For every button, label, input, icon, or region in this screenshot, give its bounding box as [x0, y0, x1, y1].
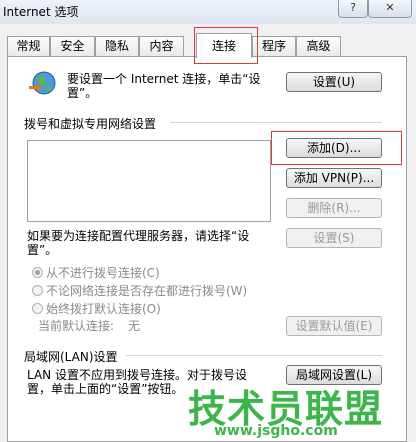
- tab-programs[interactable]: 程序: [252, 36, 296, 57]
- tab-highlight-box: [194, 27, 258, 64]
- lan-group-divider: [126, 355, 382, 356]
- radio-dial-when-no-network-label: 不论网络连接是否存在都进行拨号(W): [46, 284, 248, 298]
- radio-never-dial-row[interactable]: 从不进行拨号连接(C): [32, 264, 160, 280]
- lan-group-title: 局域网(LAN)设置: [24, 350, 118, 364]
- add-vpn-button[interactable]: 添加 VPN(P)...: [286, 168, 382, 188]
- tab-privacy[interactable]: 隐私: [95, 36, 139, 57]
- setup-text-line1: 要设置一个 Internet 连接，单击“设: [67, 72, 261, 86]
- dialup-group-divider: [170, 122, 382, 123]
- radio-dial-when-no-network[interactable]: [32, 285, 43, 296]
- set-default-button[interactable]: 设置默认值(E): [286, 316, 382, 336]
- radio-dial-when-no-network-row[interactable]: 不论网络连接是否存在都进行拨号(W): [32, 282, 248, 298]
- window-title: Internet 选项: [3, 5, 79, 19]
- connections-listbox[interactable]: [27, 140, 271, 222]
- current-default-label: 当前默认连接:: [38, 319, 115, 333]
- watermark-url: www.jsgho.com: [214, 423, 338, 439]
- setup-text-line2: 置”。: [67, 86, 98, 100]
- globe-network-icon: [29, 71, 56, 95]
- tab-security[interactable]: 安全: [50, 36, 95, 57]
- setup-button[interactable]: 设置(U): [286, 72, 382, 92]
- proxy-text-line2: 置”。: [27, 243, 58, 257]
- radio-always-dial-row[interactable]: 始终拨打默认连接(O): [32, 300, 161, 316]
- proxy-text-line1: 如果要为连接配置代理服务器，请选择“设: [27, 229, 250, 243]
- tab-content[interactable]: 内容: [139, 36, 184, 57]
- current-default-value: 无: [128, 319, 141, 333]
- add-button-highlight-box: [271, 131, 402, 165]
- tab-general[interactable]: 常规: [7, 36, 50, 57]
- radio-never-dial[interactable]: [32, 267, 43, 278]
- radio-always-dial-label: 始终拨打默认连接(O): [46, 302, 161, 316]
- radio-always-dial[interactable]: [32, 303, 43, 314]
- remove-button[interactable]: 删除(R)...: [286, 198, 382, 218]
- tab-advanced[interactable]: 高级: [296, 36, 341, 57]
- dialup-group-title: 拨号和虚拟专用网络设置: [24, 117, 157, 131]
- title-bar: Internet 选项 ? ✕: [0, 0, 416, 24]
- radio-never-dial-label: 从不进行拨号连接(C): [46, 266, 160, 280]
- lan-text-line2: 置，单击上面的“设置”按钮。: [27, 382, 184, 396]
- proxy-settings-button[interactable]: 设置(S): [286, 228, 382, 248]
- help-button[interactable]: ?: [338, 0, 368, 18]
- close-button[interactable]: ✕: [368, 0, 412, 18]
